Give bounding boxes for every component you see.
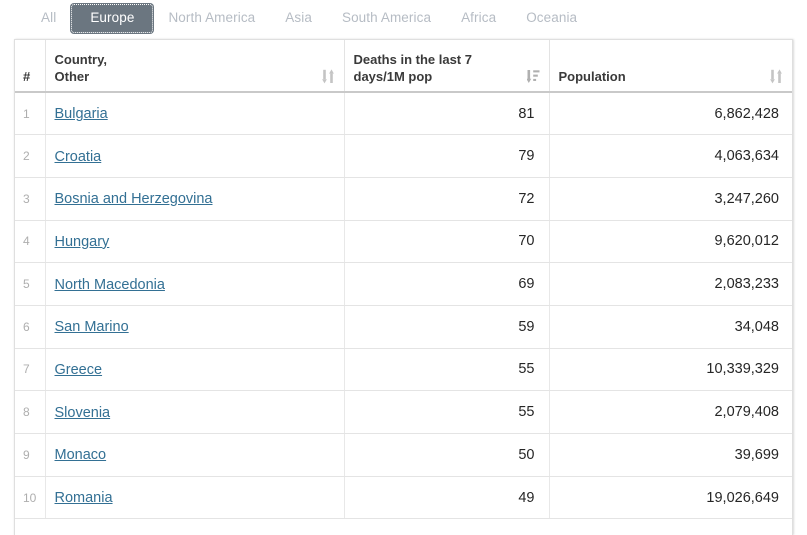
population-cell: 3,247,260 (549, 177, 792, 221)
table-row: 1 Bulgaria 81 6,862,428 (15, 92, 792, 136)
country-link[interactable]: San Marino (55, 319, 129, 335)
sort-toggle-icon[interactable] (321, 69, 335, 84)
row-number: 3 (15, 177, 46, 221)
row-number: 9 (15, 433, 46, 477)
country-link[interactable]: Hungary (55, 234, 110, 250)
country-cell: Romania (45, 476, 345, 520)
column-header-label: Deaths in the last 7 days/1M pop (353, 52, 472, 84)
country-link[interactable]: Croatia (55, 149, 102, 165)
row-number: 10 (15, 476, 46, 520)
table-row: 9 Monaco 50 39,699 (15, 433, 792, 477)
country-link[interactable]: Bulgaria (55, 106, 108, 122)
country-cell: Hungary (45, 220, 345, 264)
country-link[interactable]: Bosnia and Herzegovina (55, 191, 213, 207)
deaths-per-million-cell: 72 (344, 177, 550, 221)
table-row: 8 Slovenia 55 2,079,408 (15, 390, 792, 434)
country-cell: Slovenia (45, 390, 345, 434)
population-cell: 4,063,634 (549, 134, 792, 178)
deaths-per-million-cell: 70 (344, 220, 550, 264)
country-cell: North Macedonia (45, 262, 345, 306)
population-cell: 2,083,233 (549, 262, 792, 306)
deaths-per-million-cell: 49 (344, 476, 550, 520)
deaths-per-million-cell: 55 (344, 390, 550, 434)
table-row: 2 Croatia 79 4,063,634 (15, 134, 792, 178)
table-row: 7 Greece 55 10,339,329 (15, 348, 792, 392)
row-number: 7 (15, 348, 46, 392)
column-header-label: Country, Other (54, 52, 107, 84)
row-number: 1 (15, 92, 46, 136)
deaths-per-million-cell: 59 (344, 305, 550, 349)
country-cell: Bulgaria (45, 92, 345, 136)
tab-north-america[interactable]: North America (153, 4, 270, 33)
tab-all[interactable]: All (26, 4, 71, 33)
country-link[interactable]: North Macedonia (55, 277, 165, 293)
population-cell: 10,339,329 (549, 348, 792, 392)
table-row: 6 San Marino 59 34,048 (15, 305, 792, 349)
population-cell: 2,079,408 (549, 390, 792, 434)
tab-asia[interactable]: Asia (270, 4, 327, 33)
column-header-pop[interactable]: Population (549, 40, 792, 93)
table-row: 3 Bosnia and Herzegovina 72 3,247,260 (15, 177, 792, 221)
table-header: # Country, Other Deaths in the last 7 days… (15, 40, 792, 93)
country-link[interactable]: Greece (55, 362, 103, 378)
country-cell: Bosnia and Herzegovina (45, 177, 345, 221)
covid-country-table-page: All Europe North America Asia South America A… (0, 0, 807, 535)
country-cell: San Marino (45, 305, 345, 349)
row-number: 6 (15, 305, 46, 349)
row-number: 4 (15, 220, 46, 264)
column-header-label: # (23, 68, 31, 84)
country-cell: Monaco (45, 433, 345, 477)
continent-tab-bar: All Europe North America Asia South America A… (0, 0, 807, 36)
tab-oceania[interactable]: Oceania (511, 4, 592, 33)
table-row: 5 North Macedonia 69 2,083,233 (15, 262, 792, 306)
country-link[interactable]: Slovenia (55, 405, 111, 421)
tab-europe[interactable]: Europe (71, 4, 154, 33)
sort-toggle-icon[interactable] (770, 69, 783, 84)
population-cell: 34,048 (549, 305, 792, 349)
row-number: 5 (15, 262, 46, 306)
country-table-container: # Country, Other Deaths in the last 7 days… (14, 39, 793, 535)
tab-south-america[interactable]: South America (327, 4, 446, 33)
row-number: 8 (15, 390, 46, 434)
column-header-death[interactable]: Deaths in the last 7 days/1M pop (344, 40, 550, 93)
column-header-num[interactable]: # (15, 40, 46, 93)
deaths-per-million-cell: 55 (344, 348, 550, 392)
population-cell: 39,699 (549, 433, 792, 477)
country-link[interactable]: Romania (55, 490, 113, 506)
tab-africa[interactable]: Africa (446, 4, 511, 33)
deaths-per-million-cell: 50 (344, 433, 550, 477)
population-cell: 19,026,649 (549, 476, 792, 520)
table-header-row: # Country, Other Deaths in the last 7 days… (15, 40, 792, 93)
table-row: 10 Romania 49 19,026,649 (15, 476, 792, 520)
deaths-per-million-cell: 81 (344, 92, 550, 136)
column-header-name[interactable]: Country, Other (45, 40, 345, 93)
country-link[interactable]: Monaco (55, 447, 107, 463)
deaths-per-million-cell: 79 (344, 134, 550, 178)
sort-descending-icon[interactable] (525, 69, 540, 84)
table-body: 1 Bulgaria 81 6,862,428 2 Croatia 79 4,063,634 3… (15, 92, 792, 520)
column-header-label: Population (558, 68, 626, 84)
country-cell: Croatia (45, 134, 345, 178)
table-row: 4 Hungary 70 9,620,012 (15, 220, 792, 264)
country-cell: Greece (45, 348, 345, 392)
deaths-per-million-cell: 69 (344, 262, 550, 306)
country-table: # Country, Other Deaths in the last 7 days… (15, 40, 792, 520)
population-cell: 6,862,428 (549, 92, 792, 136)
row-number: 2 (15, 134, 46, 178)
population-cell: 9,620,012 (549, 220, 792, 264)
